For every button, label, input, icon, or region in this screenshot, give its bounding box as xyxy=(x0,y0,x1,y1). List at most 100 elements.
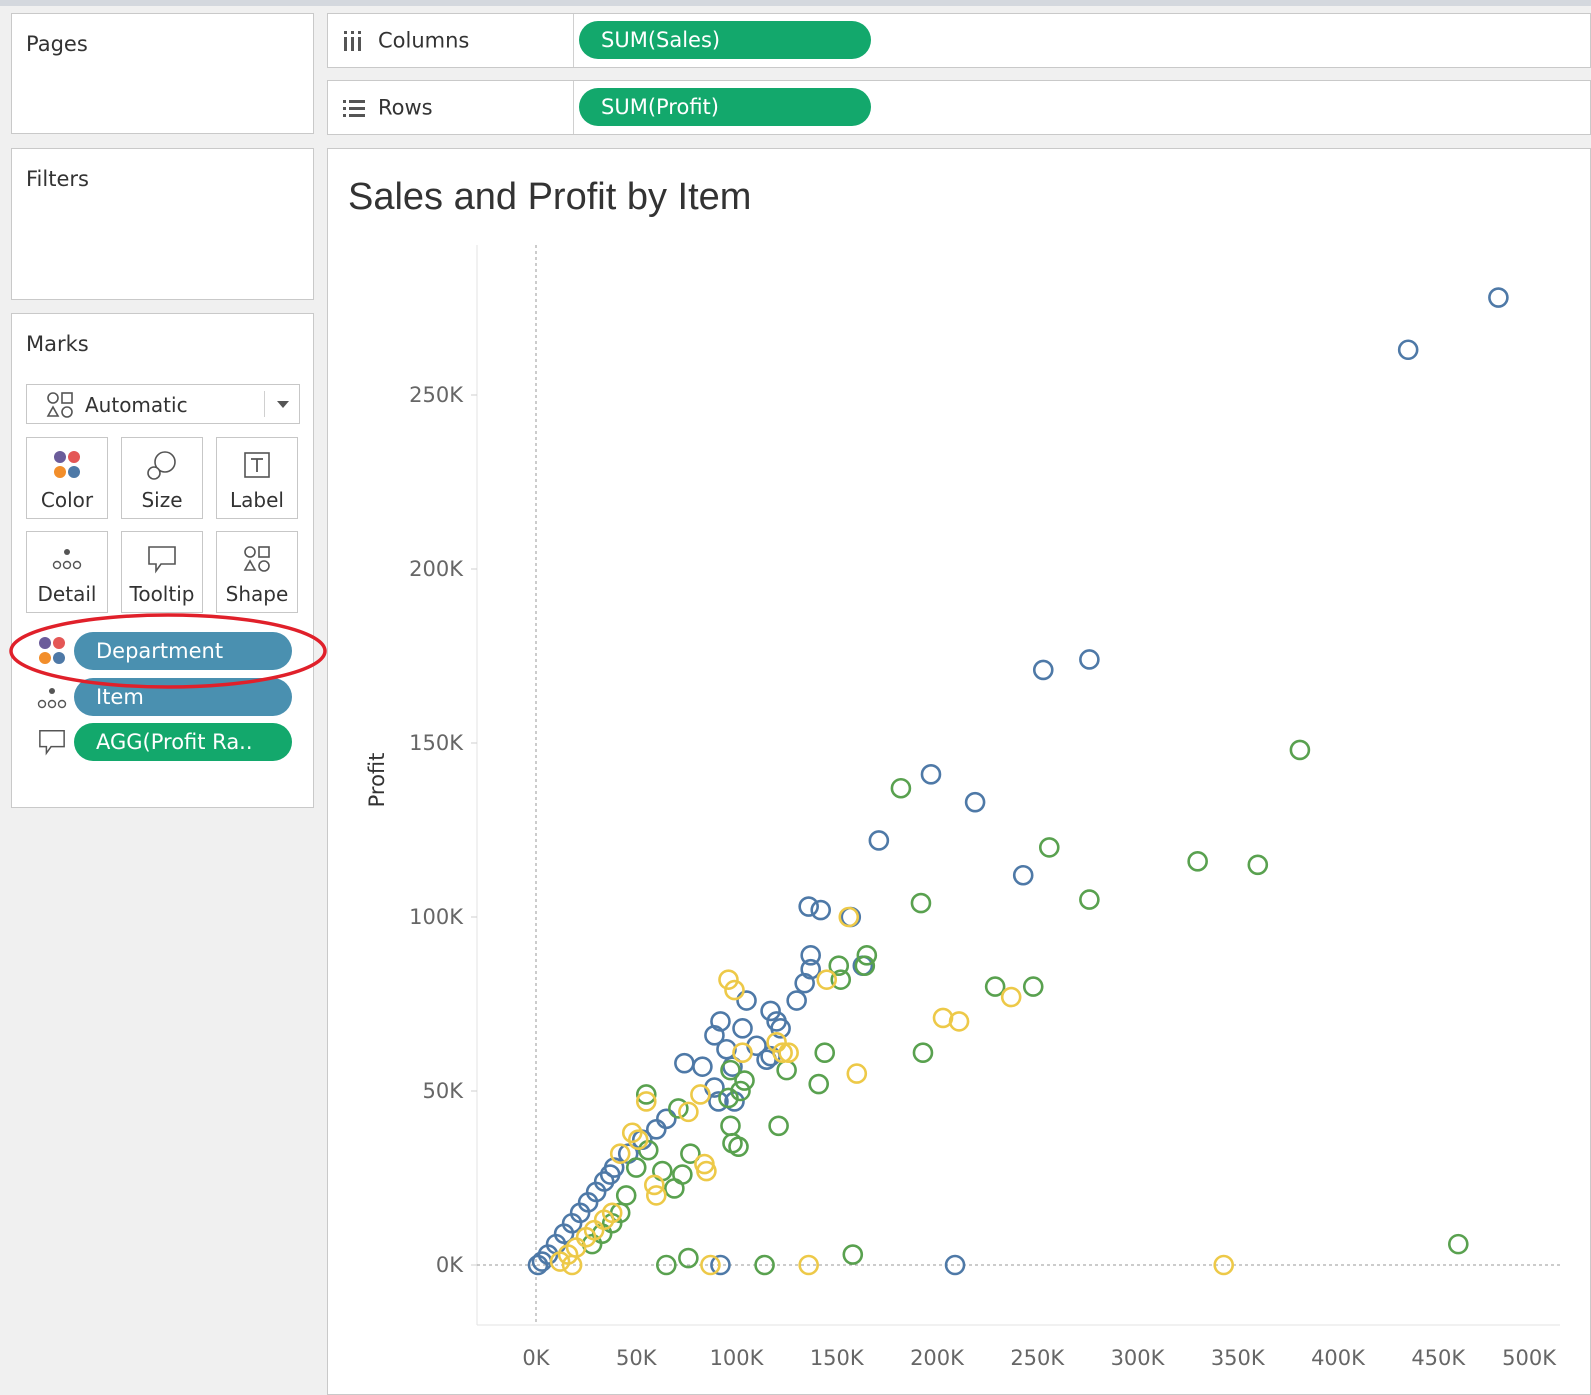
scatter-point xyxy=(786,990,807,1011)
scatter-point xyxy=(734,1070,755,1091)
x-tick-label: 100K xyxy=(710,1346,765,1370)
scatter-point xyxy=(1079,889,1100,910)
scatter-point xyxy=(1397,339,1419,361)
scatter-point xyxy=(944,1254,966,1276)
y-tick-label: 200K xyxy=(409,557,464,581)
pages-title: Pages xyxy=(26,32,88,56)
x-tick-label: 200K xyxy=(910,1346,965,1370)
sum-sales-pill[interactable]: SUM(Sales) xyxy=(579,21,871,59)
detail-icon xyxy=(52,549,82,570)
size-label: Size xyxy=(141,488,183,512)
x-tick-label: 500K xyxy=(1502,1346,1557,1370)
tooltip-label: Tooltip xyxy=(129,582,195,606)
scatter-point xyxy=(910,892,932,914)
y-tick-label: 150K xyxy=(409,731,464,755)
color-button[interactable]: Color xyxy=(26,437,108,519)
scatter-point xyxy=(625,1157,647,1178)
profit-ratio-field-pill[interactable]: AGG(Profit Ra.. xyxy=(74,723,292,761)
scatter-point xyxy=(1079,649,1100,670)
scatter-point xyxy=(668,1098,689,1119)
label-button[interactable]: Label xyxy=(216,437,298,519)
scatter-point xyxy=(808,1073,830,1095)
scatter-point xyxy=(948,1011,970,1032)
scatter-point xyxy=(768,1115,789,1137)
rows-shelf[interactable]: Rows SUM(Profit) xyxy=(327,80,1591,135)
scatter-point xyxy=(724,979,745,1001)
rows-icon xyxy=(343,99,365,117)
tooltip-button[interactable]: Tooltip xyxy=(121,531,203,613)
color-icon xyxy=(54,451,80,478)
scatter-point xyxy=(656,1108,677,1130)
columns-shelf-label: Columns xyxy=(328,14,574,67)
size-icon xyxy=(147,451,176,480)
sum-profit-pill[interactable]: SUM(Profit) xyxy=(579,88,871,126)
filters-title: Filters xyxy=(26,167,89,191)
chevron-down-icon[interactable] xyxy=(277,401,289,408)
y-tick-label: 50K xyxy=(423,1079,465,1103)
scatter-point xyxy=(692,1056,713,1077)
tooltip-icon xyxy=(148,546,176,574)
scatter-point xyxy=(1000,986,1022,1008)
chart-title: Sales and Profit by Item xyxy=(348,176,752,218)
detail-button[interactable]: Detail xyxy=(26,531,108,613)
scatter-point xyxy=(1289,739,1311,761)
scatter-point xyxy=(718,969,739,990)
color-label: Color xyxy=(40,488,94,512)
scatter-point xyxy=(798,896,819,917)
x-tick-label: 50K xyxy=(616,1346,658,1370)
scatter-point xyxy=(674,1052,695,1074)
marks-title: Marks xyxy=(26,332,89,356)
scatter-point xyxy=(678,1101,699,1123)
filters-shelf[interactable]: Filters xyxy=(11,148,314,300)
scatter-point xyxy=(1488,287,1509,308)
size-button[interactable]: Size xyxy=(121,437,203,519)
scatter-point xyxy=(720,1115,741,1137)
scatter-point xyxy=(842,1244,864,1265)
mark-type-dropdown[interactable]: Automatic xyxy=(26,384,300,424)
scatter-point xyxy=(728,1136,749,1157)
scatter-plot[interactable]: 0K 50K 100K 150K 200K 250K 0K 50K 100K 150K 200K 25… xyxy=(328,235,1591,1395)
scatter-point xyxy=(890,777,912,799)
scatter-point xyxy=(1187,851,1208,872)
label-label: Label xyxy=(230,488,284,512)
scatter-point xyxy=(678,1247,699,1269)
columns-icon xyxy=(344,30,361,51)
shape-label: Shape xyxy=(225,582,289,606)
x-tick-label: 250K xyxy=(1010,1346,1065,1370)
scatter-point xyxy=(776,1059,797,1081)
x-tick-label: 400K xyxy=(1311,1346,1366,1370)
dropdown-separator xyxy=(264,391,265,417)
y-tick-label: 250K xyxy=(409,383,464,407)
scatter-point xyxy=(754,1254,775,1276)
scatter-point xyxy=(814,1042,836,1064)
scatter-point xyxy=(760,1000,781,1022)
scatter-point xyxy=(732,1042,753,1064)
scatter-point xyxy=(690,1084,711,1105)
scatter-point xyxy=(1448,1233,1469,1255)
scatter-point xyxy=(664,1178,685,1199)
columns-shelf[interactable]: Columns SUM(Sales) xyxy=(327,13,1591,68)
scatter-point xyxy=(1012,864,1034,886)
top-border xyxy=(0,0,1591,6)
tooltip-icon xyxy=(39,730,65,756)
scatter-point xyxy=(615,1185,637,1206)
x-tick-label: 150K xyxy=(810,1346,865,1370)
pages-shelf[interactable]: Pages xyxy=(11,13,314,134)
scatter-point xyxy=(1247,854,1269,876)
scatter-point xyxy=(637,1139,659,1161)
scatter-point xyxy=(736,990,757,1011)
scatter-point xyxy=(732,1018,753,1039)
scatter-point xyxy=(1032,659,1054,681)
scatter-point xyxy=(984,976,1006,997)
scatter-point xyxy=(656,1254,677,1276)
y-axis-title: Profit xyxy=(365,753,389,808)
x-tick-label: 0K xyxy=(522,1346,550,1370)
shape-button[interactable]: Shape xyxy=(216,531,298,613)
scatter-point xyxy=(643,1174,665,1196)
label-icon xyxy=(244,452,270,478)
y-tick-label: 100K xyxy=(409,905,464,929)
scatter-point xyxy=(846,1063,868,1084)
x-tick-label: 450K xyxy=(1411,1346,1466,1370)
rows-shelf-label: Rows xyxy=(328,81,574,134)
highlight-ellipse xyxy=(9,613,327,689)
